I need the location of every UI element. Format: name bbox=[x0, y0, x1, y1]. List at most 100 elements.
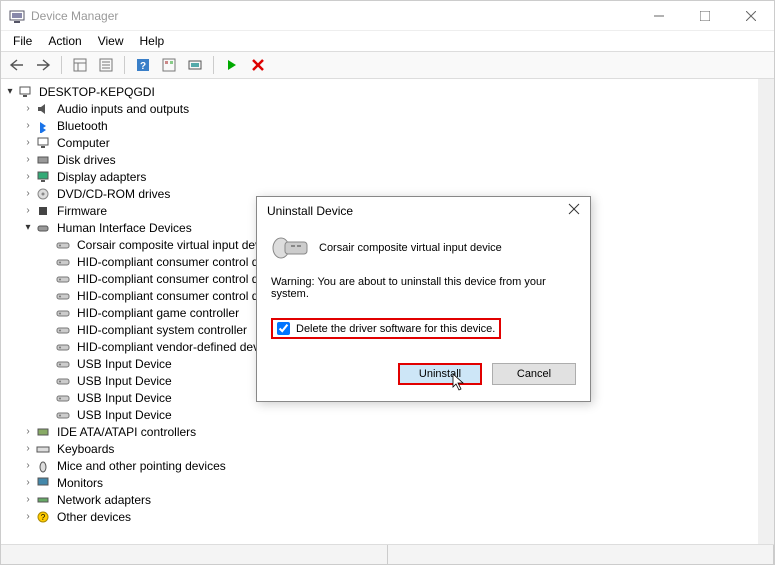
tree-root[interactable]: ▾ DESKTOP-KEPQGDI bbox=[1, 83, 774, 100]
tree-category-label: Audio inputs and outputs bbox=[55, 101, 191, 117]
hid-device-icon bbox=[55, 237, 71, 253]
toolbar-icon[interactable] bbox=[157, 54, 181, 76]
tree-category-label: Computer bbox=[55, 135, 112, 151]
tree-category-label: Display adapters bbox=[55, 169, 148, 185]
tree-category[interactable]: ›IDE ATA/ATAPI controllers bbox=[1, 423, 774, 440]
category-icon bbox=[35, 475, 51, 491]
dialog-close-button[interactable] bbox=[568, 203, 580, 218]
expand-icon[interactable]: › bbox=[21, 511, 35, 522]
tree-category-label: Human Interface Devices bbox=[55, 220, 194, 236]
hid-device-icon bbox=[55, 288, 71, 304]
hid-device-icon bbox=[55, 322, 71, 338]
scrollbar[interactable] bbox=[758, 79, 774, 544]
category-icon bbox=[35, 135, 51, 151]
cancel-button[interactable]: Cancel bbox=[492, 363, 576, 385]
tree-category[interactable]: › Computer bbox=[1, 134, 774, 151]
expand-icon[interactable]: › bbox=[21, 443, 35, 454]
menu-help[interactable]: Help bbox=[132, 32, 173, 50]
expand-icon[interactable]: › bbox=[21, 426, 35, 437]
delete-driver-checkbox-row[interactable]: Delete the driver software for this devi… bbox=[271, 318, 501, 339]
svg-text:?: ? bbox=[140, 61, 146, 72]
tree-category[interactable]: ›?Other devices bbox=[1, 508, 774, 525]
hid-device-icon bbox=[55, 305, 71, 321]
enable-device-icon[interactable] bbox=[220, 54, 244, 76]
tree-category-label: Bluetooth bbox=[55, 118, 110, 134]
tree-device-label: USB Input Device bbox=[75, 407, 174, 423]
uninstall-icon[interactable] bbox=[246, 54, 270, 76]
tree-category[interactable]: › Display adapters bbox=[1, 168, 774, 185]
close-button[interactable] bbox=[728, 1, 774, 31]
tree-device-label: USB Input Device bbox=[75, 356, 174, 372]
dialog-warning-text: Warning: You are about to uninstall this… bbox=[271, 276, 576, 300]
expand-icon[interactable]: › bbox=[21, 154, 35, 165]
tree-category[interactable]: › Mice and other pointing devices bbox=[1, 457, 774, 474]
tree-category-label: DVD/CD-ROM drives bbox=[55, 186, 172, 202]
scan-hardware-icon[interactable] bbox=[183, 54, 207, 76]
expand-icon[interactable]: › bbox=[21, 188, 35, 199]
category-icon bbox=[35, 152, 51, 168]
expand-icon[interactable]: › bbox=[21, 137, 35, 148]
delete-driver-label: Delete the driver software for this devi… bbox=[296, 323, 495, 335]
hid-device-icon bbox=[55, 407, 71, 423]
help-icon[interactable]: ? bbox=[131, 54, 155, 76]
forward-button[interactable] bbox=[31, 54, 55, 76]
tree-category-label: Monitors bbox=[55, 475, 105, 491]
hid-device-icon bbox=[55, 373, 71, 389]
tree-device-label: HID-compliant game controller bbox=[75, 305, 241, 321]
expand-icon[interactable]: › bbox=[21, 120, 35, 131]
tree-device[interactable]: USB Input Device bbox=[1, 406, 774, 423]
toolbar: ? bbox=[1, 51, 774, 79]
category-icon bbox=[35, 441, 51, 457]
category-icon bbox=[35, 458, 51, 474]
hid-device-icon bbox=[55, 271, 71, 287]
back-button[interactable] bbox=[5, 54, 29, 76]
hid-device-icon bbox=[55, 339, 71, 355]
tree-category[interactable]: ›Keyboards bbox=[1, 440, 774, 457]
app-icon bbox=[9, 8, 25, 24]
uninstall-dialog: Uninstall Device Corsair composite virtu… bbox=[256, 196, 591, 402]
dialog-device-name: Corsair composite virtual input device bbox=[319, 242, 502, 254]
minimize-button[interactable] bbox=[636, 1, 682, 31]
expand-icon[interactable]: › bbox=[21, 205, 35, 216]
hid-device-icon bbox=[55, 390, 71, 406]
menubar: File Action View Help bbox=[1, 31, 774, 51]
tree-category-label: Mice and other pointing devices bbox=[55, 458, 228, 474]
collapse-icon[interactable]: ▾ bbox=[3, 86, 17, 97]
tree-device-label: USB Input Device bbox=[75, 390, 174, 406]
uninstall-button[interactable]: Uninstall bbox=[398, 363, 482, 385]
tree-category[interactable]: › Audio inputs and outputs bbox=[1, 100, 774, 117]
maximize-button[interactable] bbox=[682, 1, 728, 31]
expand-icon[interactable]: › bbox=[21, 103, 35, 114]
menu-action[interactable]: Action bbox=[40, 32, 89, 50]
delete-driver-checkbox[interactable] bbox=[277, 322, 290, 335]
cancel-button-label: Cancel bbox=[517, 368, 551, 380]
uninstall-button-label: Uninstall bbox=[419, 368, 461, 380]
menu-file[interactable]: File bbox=[5, 32, 40, 50]
tree-category-label: Network adapters bbox=[55, 492, 153, 508]
titlebar: Device Manager bbox=[1, 1, 774, 31]
menu-view[interactable]: View bbox=[90, 32, 132, 50]
tree-category[interactable]: › Disk drives bbox=[1, 151, 774, 168]
category-icon bbox=[35, 101, 51, 117]
tree-category[interactable]: › Monitors bbox=[1, 474, 774, 491]
tree-category[interactable]: › Network adapters bbox=[1, 491, 774, 508]
tree-device-label: USB Input Device bbox=[75, 373, 174, 389]
properties-icon[interactable] bbox=[94, 54, 118, 76]
category-icon bbox=[35, 118, 51, 134]
category-icon bbox=[35, 492, 51, 508]
collapse-icon[interactable]: ▾ bbox=[21, 222, 35, 233]
expand-icon[interactable]: › bbox=[21, 460, 35, 471]
tree-root-label: DESKTOP-KEPQGDI bbox=[37, 84, 157, 100]
device-icon bbox=[271, 234, 311, 262]
tree-category-label: Disk drives bbox=[55, 152, 118, 168]
svg-text:?: ? bbox=[41, 513, 46, 522]
dialog-title: Uninstall Device bbox=[267, 204, 353, 218]
tree-category[interactable]: › Bluetooth bbox=[1, 117, 774, 134]
toolbar-icon[interactable] bbox=[68, 54, 92, 76]
expand-icon[interactable]: › bbox=[21, 494, 35, 505]
category-icon bbox=[35, 186, 51, 202]
tree-device-label: Corsair composite virtual input device bbox=[75, 237, 278, 253]
computer-icon bbox=[17, 84, 33, 100]
expand-icon[interactable]: › bbox=[21, 171, 35, 182]
expand-icon[interactable]: › bbox=[21, 477, 35, 488]
